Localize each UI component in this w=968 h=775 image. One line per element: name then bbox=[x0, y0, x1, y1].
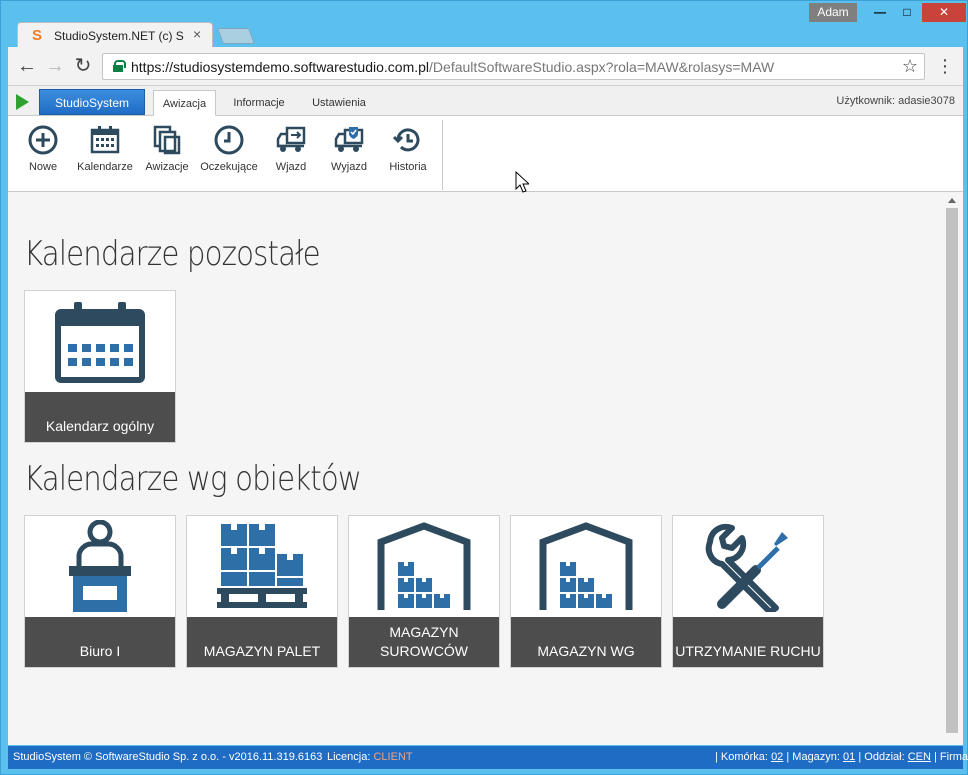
tile-label: MAGAZYN WG bbox=[511, 617, 661, 667]
scroll-up-arrow-icon[interactable] bbox=[948, 198, 956, 203]
current-user-label: Użytkownik: adasie3078 bbox=[836, 95, 955, 107]
mouse-cursor-icon bbox=[515, 171, 529, 193]
url-text: https://studiosystemdemo.softwarestudio.… bbox=[131, 59, 774, 75]
new-tab-button[interactable] bbox=[217, 28, 255, 44]
ribbon-label: Historia bbox=[389, 161, 427, 173]
ribbon-label: Nowe bbox=[28, 161, 58, 173]
ribbon-label: Kalendarze bbox=[77, 161, 133, 173]
tile-label: UTRZYMANIE RUCHU bbox=[673, 617, 823, 667]
ribbon-label: Oczekujące bbox=[200, 161, 258, 173]
main-content: Kalendarze pozostałe Kalendarz ogólny Ka… bbox=[8, 192, 963, 745]
cell-link[interactable]: 02 bbox=[771, 751, 783, 763]
license-info: Licencja: CLIENT bbox=[327, 746, 413, 769]
tab-close-icon[interactable]: × bbox=[193, 26, 201, 42]
tab-informacje[interactable]: Informacje bbox=[226, 90, 292, 116]
cell-label: | Komórka: bbox=[715, 751, 768, 763]
tile-utrzymanie-ruchu[interactable]: UTRZYMANIE RUCHU bbox=[672, 515, 824, 668]
ribbon-button-historia[interactable]: Historia bbox=[377, 124, 439, 188]
calendar-icon bbox=[55, 301, 145, 383]
tile-label: Kalendarz ogólny bbox=[25, 392, 175, 442]
ribbon-button-awizacje[interactable]: Awizacje bbox=[136, 124, 198, 188]
tile-icon-area bbox=[349, 516, 499, 617]
app-header: StudioSystem Awizacja Informacje Ustawie… bbox=[8, 86, 963, 116]
ribbon-toolbar: Nowe Kalendarze Awizacje Oczekujące Wjaz… bbox=[8, 116, 963, 192]
tile-label: MAGAZYN SUROWCÓW bbox=[349, 617, 499, 667]
browser-tab-title: StudioSystem.NET (c) Sof bbox=[54, 29, 184, 43]
documents-icon bbox=[153, 125, 181, 155]
truck-out-icon bbox=[334, 127, 364, 152]
status-bar: StudioSystem © SoftwareStudio Sp. z o.o.… bbox=[8, 746, 968, 769]
url-path: /DefaultSoftwareStudio.aspx?rola=MAW&rol… bbox=[429, 59, 775, 75]
context-info: | Komórka: 02 | Magazyn: 01 | Oddział: C… bbox=[715, 746, 968, 769]
favicon-icon: S bbox=[32, 27, 43, 44]
ribbon-label: Wjazd bbox=[275, 161, 307, 173]
ribbon-label: Awizacje bbox=[145, 161, 189, 173]
vertical-scrollbar[interactable] bbox=[945, 194, 959, 741]
calendar-icon bbox=[90, 126, 120, 154]
truck-in-icon bbox=[276, 126, 306, 152]
wrench-screwdriver-icon bbox=[705, 523, 788, 612]
browser-tab-strip: S StudioSystem.NET (c) Sof × bbox=[2, 1, 968, 48]
pallet-boxes-icon bbox=[217, 523, 307, 608]
tile-icon-area bbox=[187, 516, 337, 617]
lock-icon bbox=[113, 60, 126, 72]
history-icon bbox=[392, 128, 420, 152]
branch-label: | Oddział: bbox=[858, 751, 905, 763]
warehouse-label: | Magazyn: bbox=[786, 751, 840, 763]
license-value: CLIENT bbox=[373, 751, 413, 763]
tab-awizacja[interactable]: Awizacja bbox=[153, 90, 216, 116]
scrollbar-thumb[interactable] bbox=[946, 208, 958, 733]
address-bar[interactable]: https://studiosystemdemo.softwarestudio.… bbox=[102, 53, 925, 80]
ribbon-button-wjazd[interactable]: Wjazd bbox=[260, 124, 322, 188]
tile-icon-area bbox=[25, 516, 175, 617]
tile-icon-area bbox=[673, 516, 823, 617]
browser-window: Adam — □ ✕ S StudioSystem.NET (c) Sof × … bbox=[0, 0, 968, 775]
tile-icon-area bbox=[25, 291, 175, 392]
ribbon-divider bbox=[442, 120, 443, 190]
office-desk-icon bbox=[69, 519, 131, 612]
tile-magazyn-wg[interactable]: MAGAZYN WG bbox=[510, 515, 662, 668]
warehouse-icon bbox=[377, 521, 471, 610]
reload-button[interactable]: ↻ bbox=[72, 55, 94, 77]
ribbon-button-kalendarze[interactable]: Kalendarze bbox=[74, 124, 136, 188]
tile-label: MAGAZYN PALET bbox=[187, 617, 337, 667]
clock-icon bbox=[214, 125, 244, 155]
play-icon[interactable] bbox=[16, 94, 29, 110]
url-host: https://studiosystemdemo.softwarestudio.… bbox=[131, 59, 430, 75]
warehouse-icon bbox=[539, 521, 633, 610]
browser-toolbar: ← → ↻ https://studiosystemdemo.softwares… bbox=[8, 47, 963, 86]
tile-biuro-i[interactable]: Biuro I bbox=[24, 515, 176, 668]
tab-ustawienia[interactable]: Ustawienia bbox=[304, 90, 374, 116]
tile-magazyn-surowcow[interactable]: MAGAZYN SUROWCÓW bbox=[348, 515, 500, 668]
back-button[interactable]: ← bbox=[16, 55, 38, 77]
bookmark-star-icon[interactable]: ☆ bbox=[902, 56, 918, 77]
tile-label: Biuro I bbox=[25, 617, 175, 667]
ribbon-button-nowe[interactable]: Nowe bbox=[12, 124, 74, 188]
warehouse-link[interactable]: 01 bbox=[843, 751, 855, 763]
browser-menu-icon[interactable]: ⋮ bbox=[936, 55, 954, 77]
section-title-object-calendars: Kalendarze wg obiektów bbox=[24, 459, 362, 499]
branch-link[interactable]: CEN bbox=[908, 751, 931, 763]
ribbon-label: Wyjazd bbox=[331, 161, 367, 173]
studiosystem-button[interactable]: StudioSystem bbox=[39, 89, 145, 115]
company-label: | Firma: bbox=[934, 751, 968, 763]
section-title-other-calendars: Kalendarze pozostałe bbox=[24, 234, 321, 274]
copyright-text: StudioSystem © SoftwareStudio Sp. z o.o.… bbox=[13, 751, 323, 763]
tile-magazyn-palet[interactable]: MAGAZYN PALET bbox=[186, 515, 338, 668]
forward-button[interactable]: → bbox=[44, 55, 66, 77]
plus-circle-icon bbox=[28, 125, 58, 155]
browser-tab[interactable]: S StudioSystem.NET (c) Sof × bbox=[17, 22, 213, 48]
license-label: Licencja: bbox=[327, 751, 371, 763]
tile-icon-area bbox=[511, 516, 661, 617]
ribbon-button-oczekujace[interactable]: Oczekujące bbox=[198, 124, 260, 188]
tile-kalendarz-ogolny[interactable]: Kalendarz ogólny bbox=[24, 290, 176, 443]
ribbon-button-wyjazd[interactable]: Wyjazd bbox=[318, 124, 380, 188]
